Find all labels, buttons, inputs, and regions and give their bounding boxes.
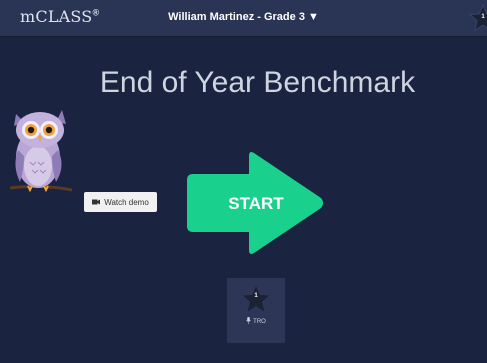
- microphone-icon: [246, 317, 251, 324]
- owl-icon: [9, 110, 73, 193]
- star-icon: [243, 286, 269, 312]
- watch-demo-label: Watch demo: [104, 197, 149, 207]
- watch-demo-button[interactable]: Watch demo: [84, 192, 157, 212]
- star-count: 1: [481, 14, 485, 20]
- owl-mascot: [9, 100, 73, 200]
- video-camera-icon: [92, 199, 101, 205]
- task-name: TRO: [253, 319, 266, 325]
- student-selector[interactable]: William Martinez - Grade 3 ▼: [0, 11, 487, 23]
- task-star-count: 1: [254, 293, 258, 299]
- page-title: End of Year Benchmark: [99, 66, 416, 99]
- start-button[interactable]: START: [187, 150, 325, 256]
- start-label: START: [228, 194, 284, 213]
- task-card-tro[interactable]: 1 TRO: [227, 278, 285, 343]
- top-bar: mCLASS® William Martinez - Grade 3 ▼ 1: [0, 0, 487, 37]
- task-label: TRO: [227, 317, 285, 325]
- star-badge: 1: [468, 3, 487, 32]
